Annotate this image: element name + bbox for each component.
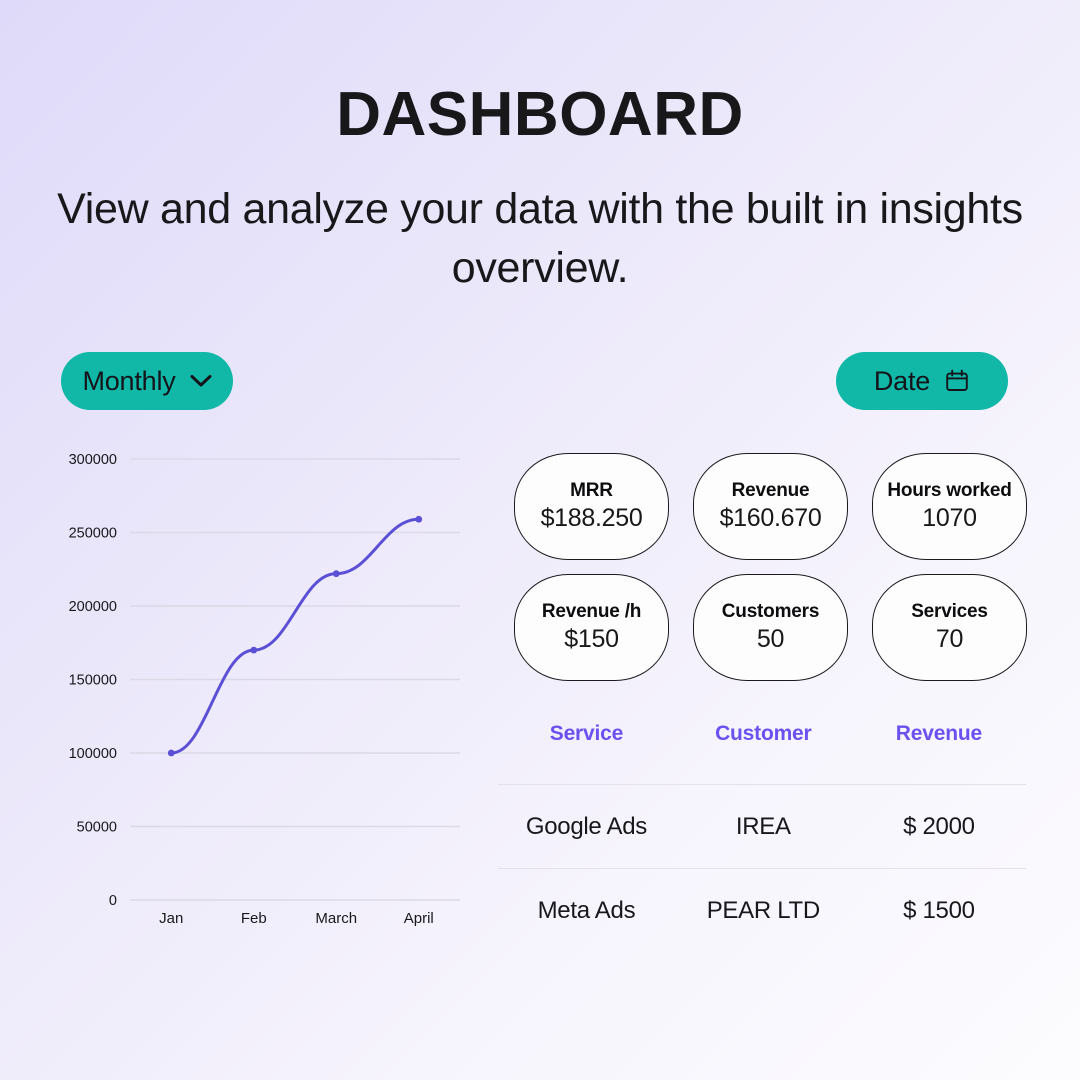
table-row[interactable]: Meta Ads PEAR LTD $ 1500 xyxy=(498,868,1026,953)
table-header-row: Service Customer Revenue xyxy=(498,722,1026,785)
controls-row: Monthly Date xyxy=(0,352,1080,410)
stat-card-value: $160.670 xyxy=(719,504,822,532)
stat-card-label: Revenue /h xyxy=(541,601,642,622)
stat-card-customers[interactable]: Customers 50 xyxy=(693,574,848,681)
x-tick-label: Jan xyxy=(159,910,183,927)
stat-card-label: Customers xyxy=(721,601,820,622)
revenue-line-chart: 0 50000 100000 150000 200000 250000 300000 Jan… xyxy=(40,440,480,940)
stat-card-value: 50 xyxy=(756,625,785,653)
chart-svg: 0 50000 100000 150000 200000 250000 300000 Jan… xyxy=(69,452,460,927)
y-tick-label: 250000 xyxy=(69,526,117,542)
y-tick-label: 150000 xyxy=(69,673,117,689)
chart-x-axis-ticks: Jan Feb March April xyxy=(159,910,434,927)
date-picker-button[interactable]: Date xyxy=(836,352,1008,410)
stat-card-value: 70 xyxy=(935,625,964,653)
page-title: DASHBOARD xyxy=(336,80,744,149)
y-tick-label: 50000 xyxy=(77,820,117,836)
stat-card-value: $188.250 xyxy=(540,504,643,532)
stat-card-value: 1070 xyxy=(922,504,977,532)
cell-service: Meta Ads xyxy=(498,868,675,953)
y-tick-label: 100000 xyxy=(69,746,117,762)
chart-data-point xyxy=(415,515,423,523)
services-table: Service Customer Revenue Google Ads IREA… xyxy=(498,722,1026,953)
column-header-customer[interactable]: Customer xyxy=(675,722,852,785)
x-tick-label: March xyxy=(315,910,357,927)
page-subtitle: View and analyze your data with the buil… xyxy=(57,185,1023,293)
stat-card-label: Hours worked xyxy=(887,480,1012,501)
y-tick-label: 200000 xyxy=(69,599,117,615)
period-dropdown-label: Monthly xyxy=(82,365,176,396)
date-picker-label: Date xyxy=(873,365,931,396)
y-tick-label: 300000 xyxy=(69,452,117,468)
services-table-element: Service Customer Revenue Google Ads IREA… xyxy=(498,722,1026,953)
stat-card-revenue-per-hour[interactable]: Revenue /h $150 xyxy=(514,574,669,681)
stat-card-revenue[interactable]: Revenue $160.670 xyxy=(693,453,848,560)
cell-revenue: $ 1500 xyxy=(851,868,1026,953)
services-table-body: Google Ads IREA $ 2000 Meta Ads PEAR LTD… xyxy=(498,784,1026,953)
y-tick-label: 0 xyxy=(109,893,117,909)
chart-data-point xyxy=(250,646,258,654)
chart-data-points xyxy=(167,515,423,757)
stat-card-value: $150 xyxy=(564,625,619,653)
period-dropdown[interactable]: Monthly xyxy=(61,352,233,410)
stat-card-label: MRR xyxy=(570,480,613,501)
services-table-head: Service Customer Revenue xyxy=(498,722,1026,785)
chart-y-axis-ticks: 0 50000 100000 150000 200000 250000 300000 xyxy=(69,452,117,909)
chart-gridlines xyxy=(130,458,460,901)
column-header-revenue[interactable]: Revenue xyxy=(852,722,1026,785)
stat-cards-grid: MRR $188.250 Revenue $160.670 Hours work… xyxy=(514,453,1028,681)
chart-series-line xyxy=(169,517,421,755)
cell-customer: PEAR LTD xyxy=(674,868,852,953)
stat-card-services[interactable]: Services 70 xyxy=(872,574,1027,681)
stat-card-label: Services xyxy=(911,601,988,622)
x-tick-label: Feb xyxy=(241,910,267,927)
cell-customer: IREA xyxy=(674,784,852,869)
chart-data-point xyxy=(167,749,175,757)
calendar-icon[interactable] xyxy=(944,368,970,394)
stat-card-mrr[interactable]: MRR $188.250 xyxy=(514,453,669,560)
chart-data-point xyxy=(332,570,340,578)
x-tick-label: April xyxy=(404,910,434,927)
cell-service: Google Ads xyxy=(498,784,675,869)
cell-revenue: $ 2000 xyxy=(851,784,1026,869)
page-header: DASHBOARD View and analyze your data wit… xyxy=(0,84,1080,299)
table-row[interactable]: Google Ads IREA $ 2000 xyxy=(498,784,1026,869)
stat-card-label: Revenue xyxy=(731,480,810,501)
stat-card-hours-worked[interactable]: Hours worked 1070 xyxy=(872,453,1027,560)
chevron-down-icon[interactable] xyxy=(190,374,212,388)
column-header-service[interactable]: Service xyxy=(498,722,675,785)
